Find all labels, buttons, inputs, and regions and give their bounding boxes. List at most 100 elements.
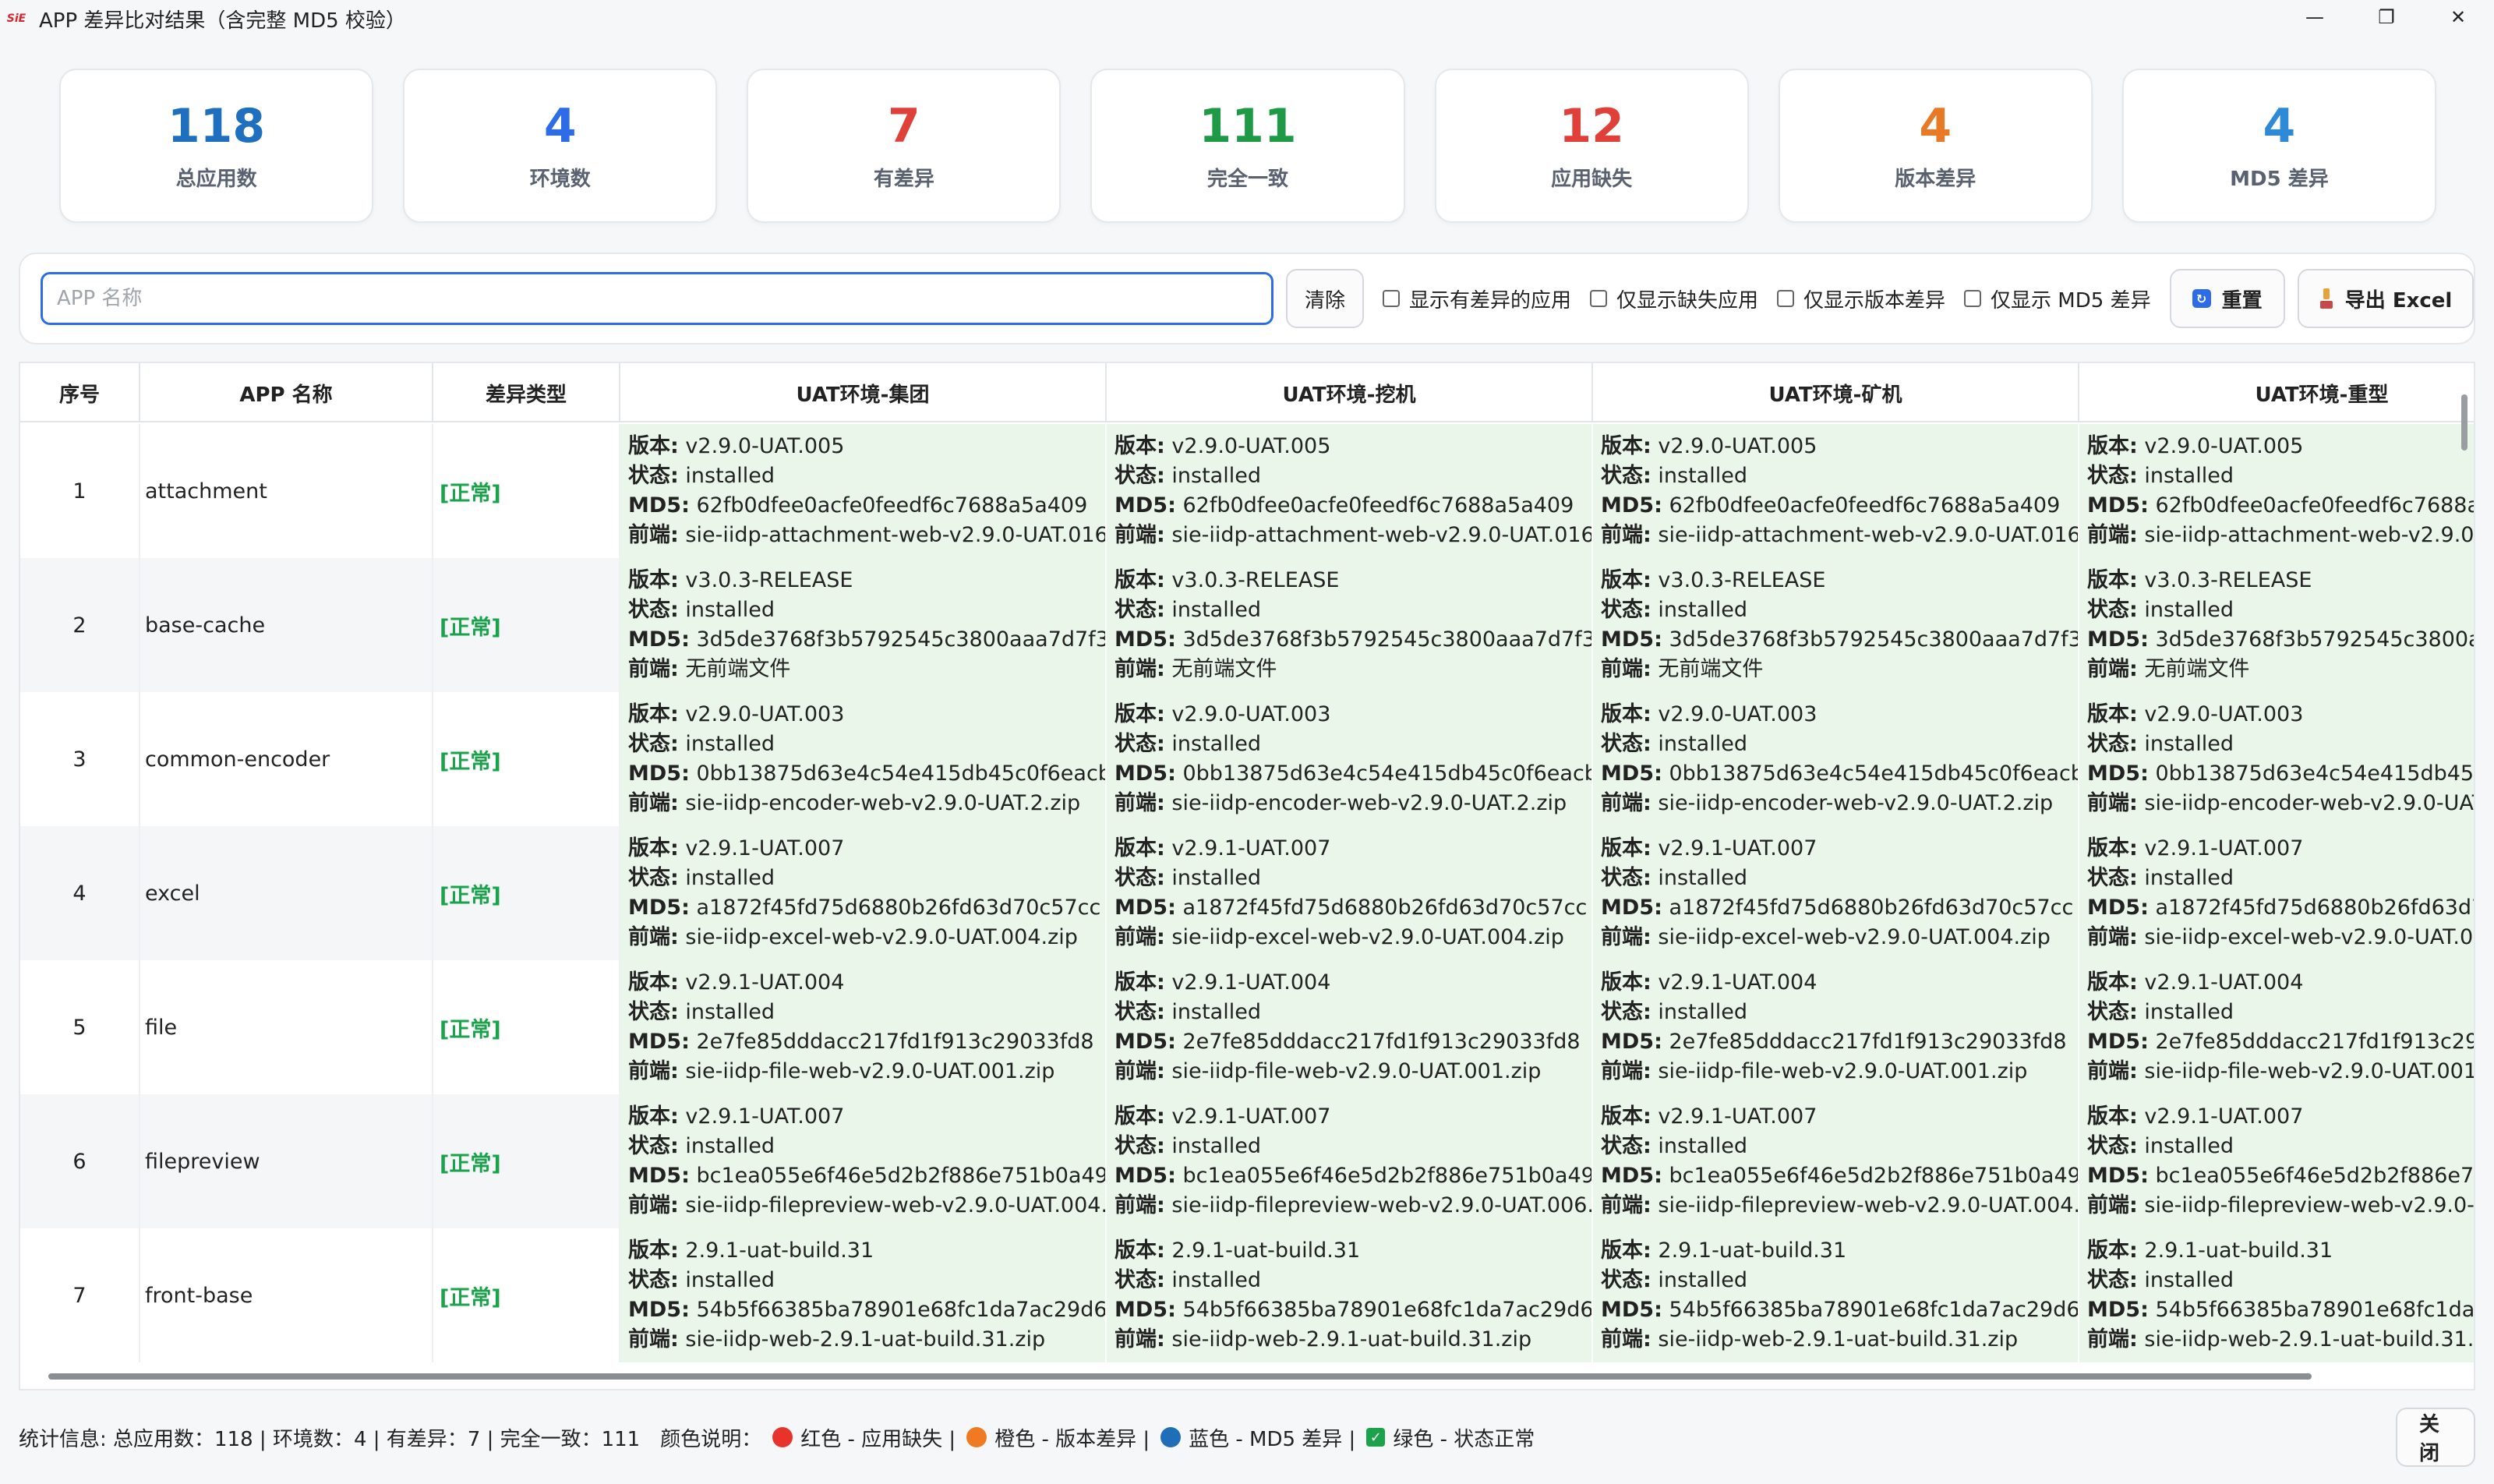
env-md5-line: MD5: a1872f45fd75d6880b26fd63d70c57cc <box>1601 893 2073 923</box>
env-field-value: sie-iidp-excel-web-v2.9.0-UAT.004.zip <box>1171 925 1564 949</box>
env-frontend-line: 前端: sie-iidp-web-2.9.1-uat-build.31.zip <box>1115 1325 1531 1355</box>
env-field-value: installed <box>1658 1268 1747 1292</box>
table-row[interactable]: 3 common-encoder [正常] 版本: v2.9.0-UAT.003 状态:… <box>20 692 2475 826</box>
env-status-line: 状态: installed <box>1115 461 1261 491</box>
filter-md5-diff-checkbox[interactable]: 仅显示 MD5 差异 <box>1964 284 2151 313</box>
env-field-value: 2.9.1-uat-build.31 <box>685 1238 874 1263</box>
env-field-label: MD5: <box>1115 493 1176 518</box>
env-field-value: installed <box>1658 1000 1747 1024</box>
table-row[interactable]: 5 file [正常] 版本: v2.9.1-UAT.004 状态: installed… <box>20 960 2474 1094</box>
checkbox-icon[interactable] <box>1590 290 1608 307</box>
column-header[interactable]: 差异类型 <box>433 363 620 422</box>
column-header[interactable]: APP 名称 <box>140 363 433 422</box>
env-version-line: 版本: v2.9.1-UAT.007 <box>2087 834 2303 864</box>
close-window-button[interactable]: ✕ <box>2422 0 2494 34</box>
status-footer: 统计信息: 总应用数：118 | 环境数：4 | 有差异：7 | 完全一致：11… <box>19 1403 2475 1472</box>
close-button[interactable]: 关闭 <box>2396 1408 2475 1467</box>
env-cell: 版本: v2.9.0-UAT.005 状态: installed MD5: 62fb… <box>2079 424 2474 558</box>
reset-button[interactable]: ↻ 重置 <box>2169 269 2285 328</box>
env-cell: 版本: v3.0.3-RELEASE 状态: installed MD5: 3d5d… <box>1107 558 1593 692</box>
column-header[interactable]: UAT环境-挖机 <box>1107 363 1593 422</box>
env-md5-line: MD5: 54b5f66385ba78901e68fc1da7ac29d6 <box>2087 1295 2474 1325</box>
env-field-value: v3.0.3-RELEASE <box>2144 568 2312 592</box>
env-cell: 版本: v2.9.0-UAT.003 状态: installed MD5: 0bb1… <box>620 692 1107 826</box>
checkbox-icon[interactable] <box>1964 290 1982 307</box>
env-version-line: 版本: 2.9.1-uat-build.31 <box>628 1236 874 1266</box>
env-md5-line: MD5: bc1ea055e6f46e5d2b2f886e751b0a49 <box>628 1161 1105 1191</box>
env-status-line: 状态: installed <box>628 864 775 893</box>
diff-type-cell: [正常] <box>433 1228 620 1362</box>
checkbox-icon[interactable] <box>1777 290 1795 307</box>
env-status-line: 状态: installed <box>1601 461 1747 491</box>
column-header[interactable]: 序号 <box>20 363 140 422</box>
filter-label: 仅显示缺失应用 <box>1616 288 1759 313</box>
stat-card: 118 总应用数 <box>59 69 374 223</box>
env-field-value: installed <box>2144 1268 2234 1292</box>
env-cell: 版本: v2.9.0-UAT.005 状态: installed MD5: 62fb… <box>1107 424 1593 558</box>
column-header[interactable]: UAT环境-重型 <box>2079 363 2474 422</box>
env-field-label: 前端: <box>1115 1059 1165 1083</box>
env-field-label: 版本: <box>2087 1104 2138 1129</box>
env-field-value: v2.9.0-UAT.005 <box>1171 434 1331 458</box>
env-frontend-line: 前端: sie-iidp-web-2.9.1-uat-build.31.zip <box>2087 1325 2475 1355</box>
env-field-label: 状态: <box>628 1134 679 1158</box>
clear-button[interactable]: 清除 <box>1286 269 1364 328</box>
env-frontend-line: 前端: sie-iidp-attachment-web-v2.9.0-UAT.0… <box>1601 521 2078 550</box>
vertical-scrollbar[interactable] <box>2461 394 2468 450</box>
filter-version-diff-checkbox[interactable]: 仅显示版本差异 <box>1777 284 1945 313</box>
table-row[interactable]: 6 filepreview [正常] 版本: v2.9.1-UAT.007 状态: in… <box>20 1094 2474 1228</box>
horizontal-scrollbar[interactable] <box>48 1373 2312 1380</box>
legend-title: 颜色说明： <box>660 1427 762 1451</box>
env-field-label: 前端: <box>628 657 679 681</box>
env-field-label: 状态: <box>628 1000 679 1024</box>
env-field-value: 0bb13875d63e4c54e415db45c0f6eacb <box>2155 761 2475 786</box>
minimize-button[interactable]: — <box>2279 0 2351 34</box>
env-field-label: 前端: <box>2087 1193 2138 1217</box>
env-md5-line: MD5: 0bb13875d63e4c54e415db45c0f6eacb <box>1115 759 1591 789</box>
table-row[interactable]: 7 front-base [正常] 版本: 2.9.1-uat-build.31 状态:… <box>20 1228 2475 1362</box>
env-field-label: 版本: <box>1115 1104 1165 1129</box>
reset-label: 重置 <box>2221 288 2263 313</box>
env-field-label: 版本: <box>628 836 679 860</box>
env-field-label: MD5: <box>2087 1164 2149 1188</box>
env-status-line: 状态: installed <box>2087 1132 2234 1161</box>
env-field-value: installed <box>1658 732 1747 756</box>
env-field-value: sie-iidp-attachment-web-v2.9.0-UAT.016.z… <box>1171 523 1593 547</box>
stat-value: 111 <box>1199 98 1297 154</box>
stat-value: 4 <box>2263 98 2296 154</box>
env-version-line: 版本: 2.9.1-uat-build.31 <box>2087 1236 2333 1266</box>
env-field-label: MD5: <box>1601 1030 1662 1054</box>
env-field-label: 前端: <box>628 925 679 949</box>
checkbox-icon[interactable] <box>1383 290 1400 307</box>
env-frontend-line: 前端: 无前端文件 <box>1601 655 1763 684</box>
env-md5-line: MD5: bc1ea055e6f46e5d2b2f886e751b0a49 <box>2087 1161 2474 1191</box>
export-excel-button[interactable]: 导出 Excel <box>2297 269 2474 328</box>
table-row[interactable]: 1 attachment [正常] 版本: v2.9.0-UAT.005 状态: ins… <box>20 424 2474 558</box>
table-row[interactable]: 4 excel [正常] 版本: v2.9.1-UAT.007 状态: installe… <box>20 826 2474 960</box>
stat-label: 完全一致 <box>1206 167 1288 191</box>
env-field-label: 状态: <box>628 1268 679 1292</box>
env-version-line: 版本: v2.9.0-UAT.003 <box>1115 700 1330 730</box>
column-header[interactable]: UAT环境-集团 <box>620 363 1107 422</box>
filter-missing-only-checkbox[interactable]: 仅显示缺失应用 <box>1590 284 1758 313</box>
window-controls: — ❐ ✕ <box>2279 0 2494 37</box>
env-field-label: 前端: <box>1115 657 1165 681</box>
env-cell: 版本: v3.0.3-RELEASE 状态: installed MD5: 3d5d… <box>1593 558 2079 692</box>
stat-card: 12 应用缺失 <box>1434 69 1749 223</box>
env-field-value: sie-iidp-web-2.9.1-uat-build.31.zip <box>2144 1327 2475 1352</box>
filter-show-diff-checkbox[interactable]: 显示有差异的应用 <box>1383 284 1571 313</box>
env-field-value: v2.9.1-UAT.004 <box>1171 970 1331 995</box>
env-frontend-line: 前端: sie-iidp-filepreview-web-v2.9.0-UAT.… <box>628 1191 1105 1221</box>
env-field-label: MD5: <box>1115 627 1176 652</box>
app-name-search-input[interactable] <box>41 272 1273 325</box>
env-field-label: MD5: <box>1115 1164 1176 1188</box>
env-field-label: 前端: <box>2087 791 2138 815</box>
env-version-line: 版本: v2.9.0-UAT.005 <box>628 432 844 461</box>
maximize-button[interactable]: ❐ <box>2351 0 2422 34</box>
env-field-value: installed <box>1658 598 1747 622</box>
env-field-value: installed <box>1658 464 1747 488</box>
env-field-label: MD5: <box>1601 896 1662 920</box>
table-row[interactable]: 2 base-cache [正常] 版本: v3.0.3-RELEASE 状态: ins… <box>20 558 2474 692</box>
column-header[interactable]: UAT环境-矿机 <box>1593 363 2079 422</box>
env-field-value: v2.9.1-UAT.004 <box>1658 970 1818 995</box>
